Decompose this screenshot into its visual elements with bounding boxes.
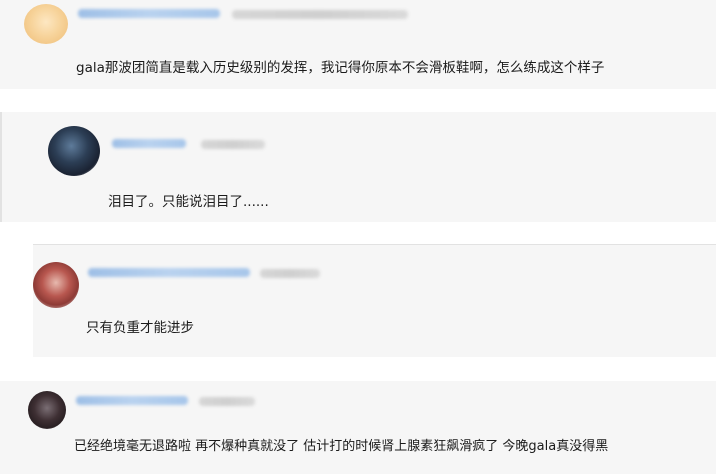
card-top-divider <box>33 244 716 245</box>
comment-text: gala那波团简直是载入历史级别的发挥，我记得你原本不会滑板鞋啊，怎么练成这个样… <box>76 60 605 76</box>
comment-card-4: 已经绝境毫无退路啦 再不爆种真就没了 估计打的时候肾上腺素狂飙滑疯了 今晚gal… <box>0 381 716 474</box>
avatar-icon[interactable] <box>48 126 100 176</box>
reply-card-1: 泪目了。只能说泪目了...... <box>0 112 716 222</box>
comment-meta-blurred <box>260 269 320 278</box>
comment-text: 只有负重才能进步 <box>86 320 194 336</box>
username-blurred[interactable] <box>76 396 188 405</box>
username-blurred[interactable] <box>112 139 186 148</box>
avatar-icon[interactable] <box>33 262 79 308</box>
comment-text: 已经绝境毫无退路啦 再不爆种真就没了 估计打的时候肾上腺素狂飙滑疯了 今晚gal… <box>74 439 609 454</box>
avatar-icon[interactable] <box>28 391 66 429</box>
comment-card-3: 只有负重才能进步 <box>33 244 716 357</box>
comment-meta-blurred <box>201 140 265 149</box>
comment-meta-blurred <box>199 397 255 406</box>
comment-text: 泪目了。只能说泪目了...... <box>108 194 269 210</box>
reply-divider <box>0 112 2 222</box>
avatar-icon[interactable] <box>24 4 68 44</box>
username-blurred[interactable] <box>78 9 220 18</box>
comment-meta-blurred <box>232 10 408 19</box>
username-blurred[interactable] <box>88 268 250 277</box>
comment-card-1: gala那波团简直是载入历史级别的发挥，我记得你原本不会滑板鞋啊，怎么练成这个样… <box>0 0 716 89</box>
